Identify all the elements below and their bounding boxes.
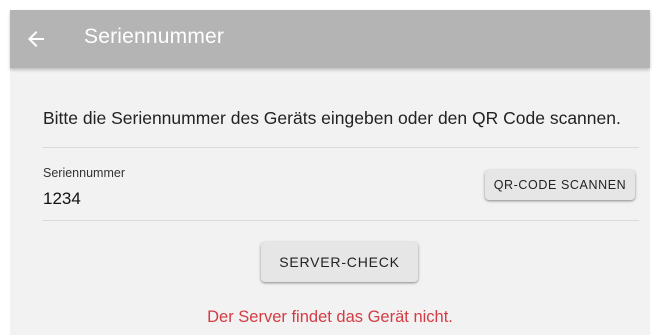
divider — [42, 147, 639, 148]
main-content: Bitte die Seriennummer des Geräts eingeb… — [10, 68, 650, 335]
divider — [42, 220, 639, 221]
serial-number-field[interactable]: 1234 — [43, 189, 81, 209]
serial-number-label: Seriennummer — [43, 166, 125, 180]
error-message: Der Server findet das Gerät nicht. — [207, 308, 453, 326]
app-window: Seriennummer Bitte die Seriennummer des … — [10, 10, 650, 335]
instruction-text: Bitte die Seriennummer des Geräts eingeb… — [43, 108, 621, 128]
page-title: Seriennummer — [84, 25, 225, 48]
server-check-button[interactable]: SERVER-CHECK — [261, 242, 418, 282]
arrow-left-icon[interactable] — [24, 27, 48, 51]
app-bar: Seriennummer — [10, 10, 650, 68]
scan-qr-code-button[interactable]: QR-CODE SCANNEN — [485, 170, 635, 200]
